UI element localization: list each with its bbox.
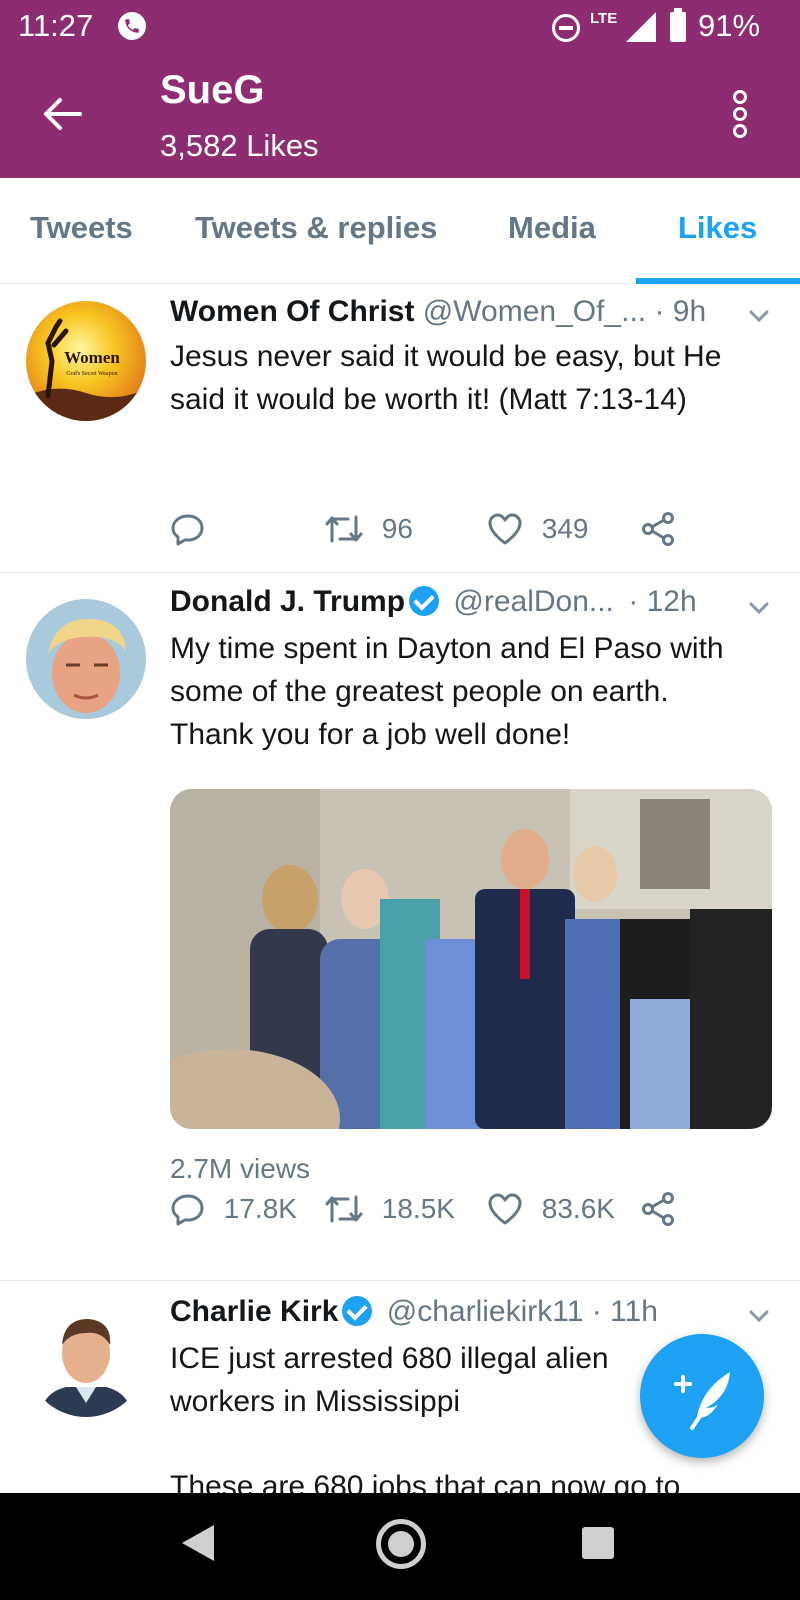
status-bar: 11:27 LTE 91%: [0, 0, 800, 52]
network-type: LTE: [590, 10, 618, 27]
heart-icon: [488, 1193, 522, 1225]
tab-tweets-replies[interactable]: Tweets & replies: [195, 210, 437, 246]
tweet-actions: 96 349: [170, 511, 690, 551]
tab-likes[interactable]: Likes: [678, 210, 757, 246]
retweet-button[interactable]: 18.5K: [324, 1191, 455, 1231]
avatar-logo-text: Women: [64, 348, 120, 367]
tweet-author-handle: @Women_Of_...: [422, 295, 647, 328]
tweet-author-name[interactable]: Women Of Christ: [170, 295, 414, 328]
chevron-down-icon[interactable]: [748, 1305, 770, 1327]
retweet-count: 18.5K: [381, 1193, 455, 1224]
share-button[interactable]: [640, 511, 676, 551]
phone-call-icon: [118, 12, 146, 40]
nav-back-icon[interactable]: [182, 1525, 214, 1561]
tweet-header: Charlie Kirk @charliekirk11 · 11h: [170, 1295, 730, 1329]
tweet-card[interactable]: Women God's Secret Weapon Women Of Chris…: [0, 285, 800, 573]
tweet-actions: 17.8K 18.5K 83.6K: [170, 1191, 690, 1231]
tweet-author-handle: @realDon...: [453, 585, 614, 618]
tweet-time: · 12h: [628, 585, 697, 618]
more-options-icon[interactable]: [728, 90, 752, 142]
avatar[interactable]: [26, 1297, 146, 1417]
chevron-down-icon[interactable]: [748, 305, 770, 327]
retweet-button[interactable]: 96: [324, 511, 413, 551]
tweet-header: Donald J. Trump @realDon... · 12h: [170, 585, 730, 619]
profile-name: SueG: [160, 68, 265, 112]
avatar[interactable]: Women God's Secret Weapon: [26, 301, 146, 421]
share-button[interactable]: [640, 1191, 676, 1231]
nav-home-icon[interactable]: [376, 1519, 426, 1569]
avatar-logo-subtext: God's Secret Weapon: [66, 371, 117, 377]
tab-media[interactable]: Media: [508, 210, 596, 246]
chevron-down-icon[interactable]: [748, 597, 770, 619]
video-view-count: 2.7M views: [170, 1153, 311, 1184]
tweet-card[interactable]: Donald J. Trump @realDon... · 12h My tim…: [0, 573, 800, 1281]
like-count: 83.6K: [541, 1193, 615, 1224]
tweet-author-name[interactable]: Donald J. Trump: [170, 585, 405, 618]
verified-badge-icon: [342, 1296, 373, 1326]
tweet-text-continued: These are 680 jobs that can now go to: [170, 1470, 681, 1493]
retweet-count: 96: [381, 513, 413, 544]
like-button[interactable]: 83.6K: [486, 1191, 615, 1231]
compose-feather-icon: [674, 1372, 730, 1430]
retweet-icon: [325, 515, 363, 543]
reply-icon: [171, 514, 204, 546]
nav-recents-icon[interactable]: [582, 1527, 614, 1559]
compose-tweet-button[interactable]: [640, 1334, 764, 1458]
tweet-text: ICE just arrested 680 illegal alien work…: [170, 1342, 609, 1418]
avatar[interactable]: [26, 599, 146, 719]
reply-button[interactable]: 17.8K: [170, 1191, 297, 1231]
retweet-icon: [325, 1195, 363, 1223]
tweet-time: · 9h: [654, 295, 707, 328]
do-not-disturb-icon: [552, 14, 580, 42]
tab-tweets[interactable]: Tweets: [30, 210, 133, 246]
tweet-video[interactable]: [170, 789, 772, 1129]
status-time: 11:27: [18, 8, 94, 43]
profile-header: SueG 3,582 Likes: [0, 52, 800, 178]
tweet-text: My time spent in Dayton and El Paso with…: [170, 632, 724, 751]
tweet-time: · 11h: [591, 1295, 658, 1328]
reply-count: 17.8K: [223, 1193, 297, 1224]
verified-badge-icon: [409, 586, 440, 616]
tweet-author-name[interactable]: Charlie Kirk: [170, 1295, 338, 1328]
back-arrow-icon[interactable]: [40, 92, 84, 136]
reply-icon: [171, 1194, 204, 1226]
battery-percent: 91%: [698, 8, 761, 43]
like-count: 349: [541, 513, 589, 544]
like-button[interactable]: 349: [486, 511, 589, 551]
active-tab-indicator: [636, 278, 800, 284]
profile-tabs: Tweets Tweets & replies Media Likes: [0, 178, 800, 284]
reply-button[interactable]: [170, 511, 206, 551]
system-navigation-bar: [0, 1493, 800, 1600]
signal-icon: [626, 12, 656, 42]
heart-icon: [488, 513, 522, 545]
share-icon: [642, 512, 674, 546]
battery-icon: [670, 8, 686, 42]
share-icon: [642, 1192, 674, 1226]
tweet-author-handle: @charliekirk11: [386, 1295, 584, 1328]
likes-count: 3,582 Likes: [160, 128, 319, 163]
tweet-text: Jesus never said it would be easy, but H…: [170, 340, 722, 416]
tweet-header: Women Of Christ @Women_Of_... · 9h: [170, 295, 730, 329]
